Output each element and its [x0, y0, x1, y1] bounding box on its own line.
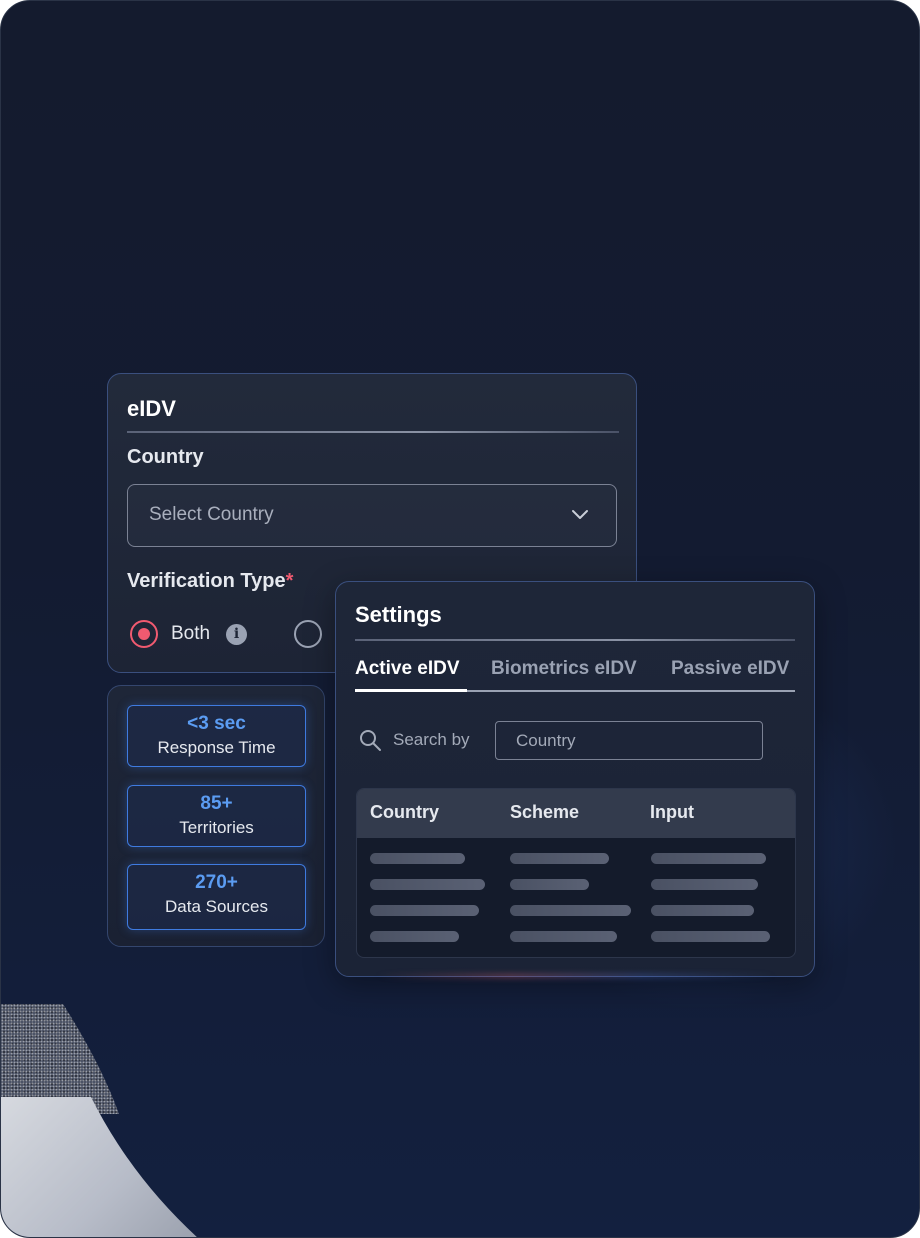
stat-label: Response Time [157, 738, 276, 757]
skeleton-placeholder [651, 853, 766, 864]
info-icon[interactable]: i [226, 624, 247, 645]
chevron-down-icon [572, 510, 588, 519]
skeleton-placeholder [370, 879, 485, 890]
skeleton-placeholder [510, 931, 617, 942]
settings-title: Settings [355, 602, 442, 627]
eidv-divider [127, 431, 619, 433]
skeleton-placeholder [370, 853, 465, 864]
results-table: Country Scheme Input [356, 788, 796, 958]
search-input[interactable] [495, 721, 763, 760]
table-header: Country Scheme Input [357, 789, 795, 838]
stat-value: <3 sec [187, 713, 246, 734]
active-tab-indicator [355, 689, 467, 692]
skeleton-placeholder [510, 853, 609, 864]
country-select[interactable]: Select Country [127, 484, 617, 547]
skeleton-placeholder [651, 905, 754, 916]
skeleton-placeholder [370, 905, 479, 916]
stat-label: Data Sources [165, 897, 268, 916]
verification-type-text: Verification Type [127, 570, 286, 592]
stat-label: Territories [179, 818, 254, 837]
radio-selected-dot [138, 628, 150, 640]
skeleton-placeholder [370, 931, 459, 942]
stat-response-time: <3 sec Response Time [127, 705, 306, 767]
skeleton-placeholder [510, 879, 589, 890]
app-background: eIDV Country Select Country Verification… [0, 0, 920, 1238]
required-mark: * [285, 570, 294, 592]
radio-other[interactable] [294, 620, 322, 648]
skeleton-placeholder [510, 905, 631, 916]
tab-active-eidv[interactable]: Active eIDV [355, 658, 460, 680]
decorative-sheen-shape [1, 1097, 201, 1238]
country-label: Country [127, 446, 204, 468]
settings-divider [355, 639, 795, 641]
tab-biometrics-eidv[interactable]: Biometrics eIDV [491, 658, 637, 680]
verification-type-label: Verification Type* [127, 570, 293, 593]
eidv-title: eIDV [127, 396, 176, 421]
stat-value: 270+ [195, 872, 238, 893]
stat-value: 85+ [200, 793, 233, 814]
settings-card: Settings Active eIDV Biometrics eIDV Pas… [335, 581, 815, 978]
search-icon [360, 730, 381, 751]
radio-both[interactable] [130, 620, 158, 648]
stat-data-sources: 270+ Data Sources [127, 864, 306, 930]
tab-passive-eidv[interactable]: Passive eIDV [671, 658, 789, 680]
settings-glow [376, 974, 776, 978]
skeleton-placeholder [651, 931, 770, 942]
search-by-label: Search by [393, 730, 470, 749]
skeleton-placeholder [651, 879, 758, 890]
radio-both-label: Both [171, 623, 211, 644]
column-header-scheme[interactable]: Scheme [510, 802, 579, 823]
country-select-placeholder: Select Country [149, 504, 274, 525]
column-header-input[interactable]: Input [650, 802, 694, 823]
stats-card: <3 sec Response Time 85+ Territories 270… [107, 685, 325, 947]
stat-territories: 85+ Territories [127, 785, 306, 847]
column-header-country[interactable]: Country [370, 802, 439, 823]
